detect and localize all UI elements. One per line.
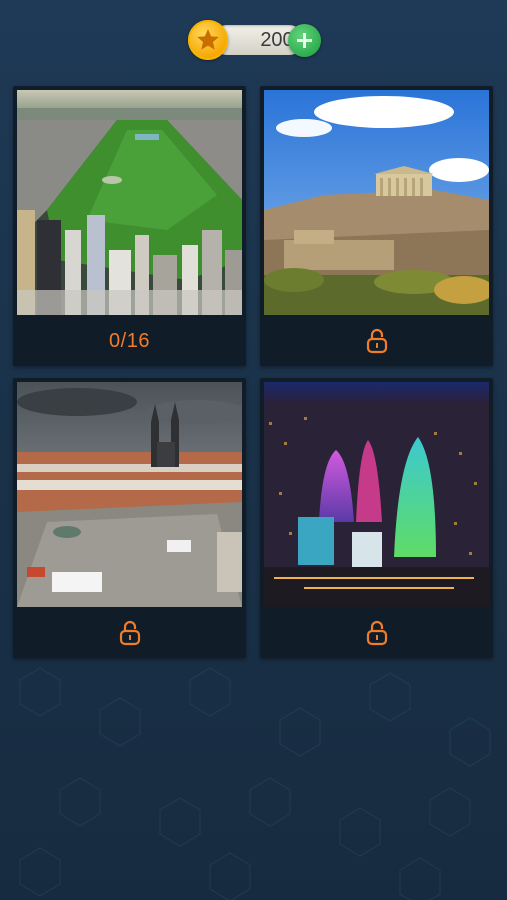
plus-icon: [297, 33, 312, 48]
level-image-baku: [264, 382, 489, 607]
level-card-4[interactable]: [260, 378, 493, 658]
lock-icon: [366, 620, 387, 646]
lock-icon: [366, 328, 387, 354]
level-4-footer: [260, 608, 493, 658]
level-image-prague: [17, 382, 242, 607]
level-card-3[interactable]: [13, 378, 246, 658]
lock-icon: [119, 620, 140, 646]
add-coins-button[interactable]: [288, 24, 321, 57]
level-card-2[interactable]: [260, 86, 493, 366]
level-image-acropolis: [264, 90, 489, 315]
star-coin-icon: [188, 20, 228, 60]
coin-balance-bar: 200: [188, 20, 322, 60]
level-image-central-park: [17, 90, 242, 315]
level-progress-text: 0/16: [109, 329, 150, 352]
level-card-1[interactable]: 0/16: [13, 86, 246, 366]
hexagon-pattern: [19, 667, 491, 900]
level-3-footer: [13, 608, 246, 658]
level-1-footer: 0/16: [13, 316, 246, 366]
level-2-footer: [260, 316, 493, 366]
